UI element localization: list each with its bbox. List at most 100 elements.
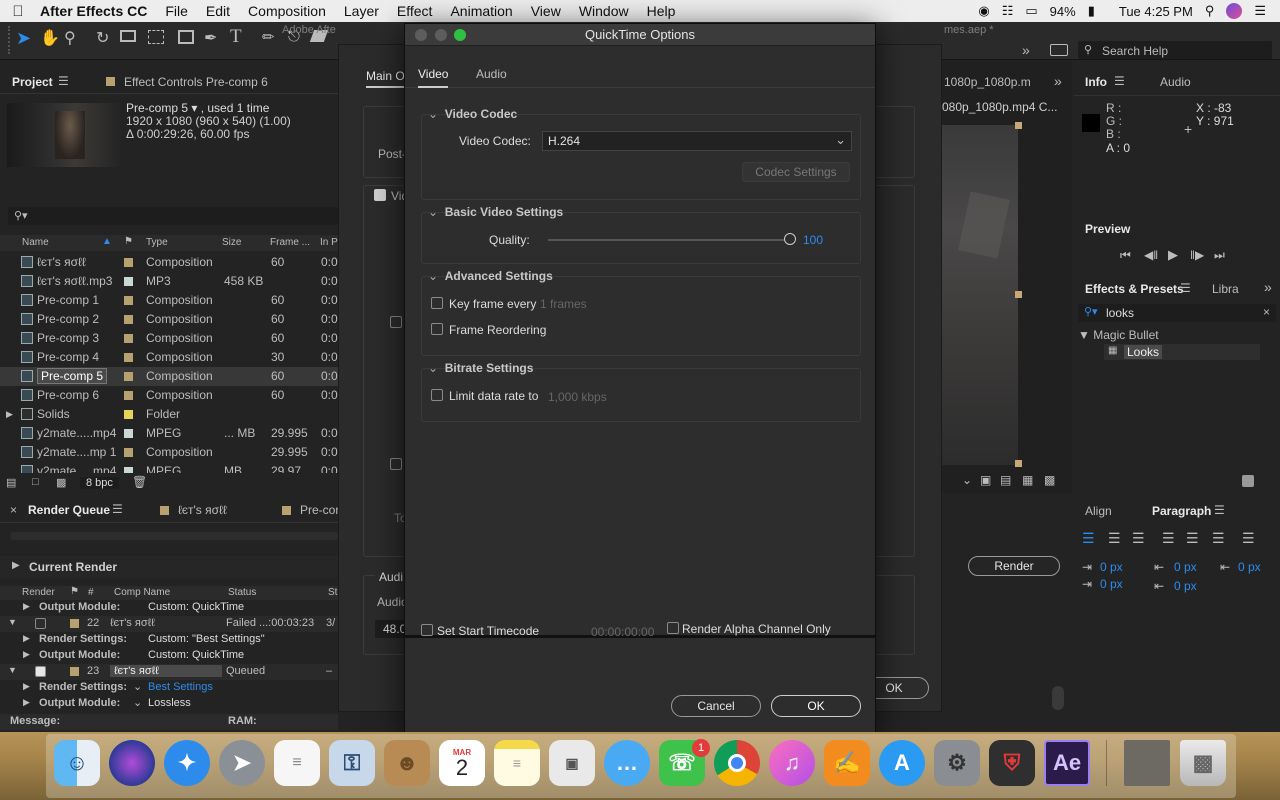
render-queue-detail[interactable]: ▶ Output Module: ⌄ Lossless [0, 696, 338, 712]
project-item[interactable]: Pre-comp 2 Composition 60 0:0 [0, 310, 338, 329]
keyframe-value[interactable]: 1 frames [540, 297, 587, 311]
project-item[interactable]: y2mate.....mp4 MPEG ... MB 29.995 0:0 [0, 424, 338, 443]
column-started[interactable]: St [328, 587, 337, 598]
chrome-icon[interactable] [714, 740, 760, 786]
hand-tool-icon[interactable]: ✋ [40, 28, 60, 48]
detail-value[interactable]: Best Settings [148, 681, 213, 693]
trash-icon[interactable]: ▩ [1180, 740, 1226, 786]
new-comp-icon[interactable]: ▩ [56, 476, 66, 489]
quality-slider-thumb[interactable] [784, 233, 796, 245]
chevron-right-icon[interactable]: ▶ [23, 649, 30, 660]
tab-paragraph[interactable]: Paragraph [1152, 504, 1211, 518]
chevron-right-icon[interactable]: ▶ [23, 681, 30, 692]
magic-bullet-folder[interactable]: ▼ Magic Bullet [1078, 328, 1159, 342]
menu-help[interactable]: Help [638, 3, 685, 19]
bpc-label[interactable]: 8 bpc [80, 477, 119, 489]
close-window-icon[interactable] [415, 29, 427, 41]
pen-tool-icon[interactable]: ✒ [204, 28, 217, 48]
detail-value[interactable]: Lossless [148, 697, 191, 709]
align-left-icon[interactable]: ☰ [1082, 530, 1095, 547]
app-store-icon[interactable]: A [879, 740, 925, 786]
chevron-down-icon[interactable]: ⌄ [428, 205, 445, 219]
chevron-down-icon[interactable]: ⌄ [962, 473, 972, 487]
label-swatch[interactable] [70, 667, 79, 676]
clear-search-icon[interactable]: × [1263, 305, 1270, 319]
chevron-right-icon[interactable]: ▶ [23, 633, 30, 644]
project-item[interactable]: ▶ Solids Folder [0, 405, 338, 424]
column-type[interactable]: Type [146, 237, 168, 248]
label-swatch[interactable] [124, 391, 133, 400]
effects-footer-icon[interactable] [1242, 475, 1254, 487]
column-frame-rate[interactable]: Frame ... [270, 237, 310, 248]
spotlight-icon[interactable]: ⚲ [1205, 3, 1215, 19]
preview-app-icon[interactable]: ⚿ [329, 740, 375, 786]
next-frame-icon[interactable]: ‖▶ [1190, 248, 1204, 262]
launchpad-icon[interactable]: ➤ [219, 740, 265, 786]
transform-handle[interactable] [1015, 460, 1022, 467]
justify-last-center-icon[interactable]: ☰ [1186, 530, 1199, 547]
play-icon[interactable]: ▶ [1168, 247, 1178, 263]
video-codec-select[interactable]: H.264 ⌄ [542, 131, 852, 151]
workspace-panel-icon[interactable] [1050, 44, 1068, 56]
tab-project[interactable]: Project [12, 75, 53, 89]
clock[interactable]: Tue 4:25 PM [1119, 4, 1193, 19]
menu-view[interactable]: View [522, 3, 570, 19]
system-preferences-icon[interactable]: ⚙ [934, 740, 980, 786]
workspace-overflow-icon[interactable]: » [1022, 42, 1030, 58]
align-center-icon[interactable]: ☰ [1108, 530, 1121, 547]
label-swatch[interactable] [124, 296, 133, 305]
menu-layer[interactable]: Layer [335, 3, 388, 19]
codec-settings-button[interactable]: Codec Settings [742, 162, 850, 182]
interpret-footage-icon[interactable]: ▤ [6, 476, 16, 489]
indent-right-value[interactable]: 0 px [1174, 560, 1197, 574]
rectangle-tool-icon[interactable] [178, 30, 194, 44]
wifi-icon[interactable]: ☷ [1002, 3, 1014, 19]
ok-button[interactable]: OK [771, 695, 861, 717]
security-app-icon[interactable]: ⛨ [989, 740, 1035, 786]
messages-icon[interactable]: … [604, 740, 650, 786]
tab-effect-controls[interactable]: Effect Controls Pre-comp 6 [124, 75, 268, 89]
current-render-section[interactable]: ▶ Current Render [0, 556, 338, 578]
photo-booth-icon[interactable]: ▣ [549, 740, 595, 786]
chevron-down-icon[interactable]: ⌄ [428, 269, 445, 283]
render-queue-detail[interactable]: ▶ Render Settings: Custom: "Best Settings" [0, 632, 338, 648]
effects-search-field[interactable]: ⚲▾ looks × [1078, 304, 1276, 322]
last-frame-icon[interactable]: ⏭ [1214, 248, 1225, 263]
render-queue-detail[interactable]: ▶ Output Module: Custom: QuickTime [0, 600, 338, 616]
looks-effect-item[interactable]: ▦ Looks [1104, 344, 1260, 360]
chevron-down-icon[interactable]: ⌄ [428, 107, 445, 121]
calendar-icon[interactable]: MAR 2 [439, 740, 485, 786]
render-checkbox[interactable] [35, 618, 46, 629]
column-status[interactable]: Status [228, 587, 256, 598]
menu-animation[interactable]: Animation [441, 3, 521, 19]
render-checkbox[interactable] [35, 666, 46, 677]
label-swatch[interactable] [70, 619, 79, 628]
panel-overflow-icon[interactable]: » [1264, 279, 1272, 295]
menu-file[interactable]: File [156, 3, 197, 19]
safari-icon[interactable]: ✦ [164, 740, 210, 786]
chevron-right-icon[interactable]: ▶ [23, 601, 30, 612]
chevron-down-icon[interactable]: ▼ [8, 665, 17, 675]
chevron-right-icon[interactable]: ▶ [6, 409, 13, 420]
limit-data-rate-value[interactable]: 1,000 kbps [548, 390, 607, 404]
tab-libraries[interactable]: Libra [1212, 282, 1239, 296]
label-swatch[interactable] [124, 410, 133, 419]
creative-cloud-icon[interactable]: ◉ [978, 3, 989, 19]
column-in-point[interactable]: In P [320, 237, 338, 248]
tab-effects-presets[interactable]: Effects & Presets [1085, 282, 1184, 296]
menu-effect[interactable]: Effect [388, 3, 442, 19]
chevron-down-icon[interactable]: ⌄ [428, 361, 445, 375]
chevron-down-icon[interactable]: ▼ [8, 617, 17, 627]
cancel-button[interactable]: Cancel [671, 695, 761, 717]
detail-value[interactable]: Custom: QuickTime [148, 649, 244, 661]
itunes-icon[interactable]: ♫ [769, 740, 815, 786]
project-search-field[interactable]: ⚲▾ [8, 207, 338, 225]
close-icon[interactable]: × [10, 503, 17, 517]
tab-video[interactable]: Video [418, 67, 449, 88]
menu-window[interactable]: Window [570, 3, 638, 19]
project-item[interactable]: ℓєт'ѕ яσℓℓ Composition 60 0:0 [0, 253, 338, 272]
menu-composition[interactable]: Composition [239, 3, 335, 19]
type-tool-icon[interactable]: T [230, 26, 242, 48]
selection-tool-icon[interactable]: ➤ [16, 28, 34, 50]
finder-icon[interactable]: ☺ [54, 740, 100, 786]
